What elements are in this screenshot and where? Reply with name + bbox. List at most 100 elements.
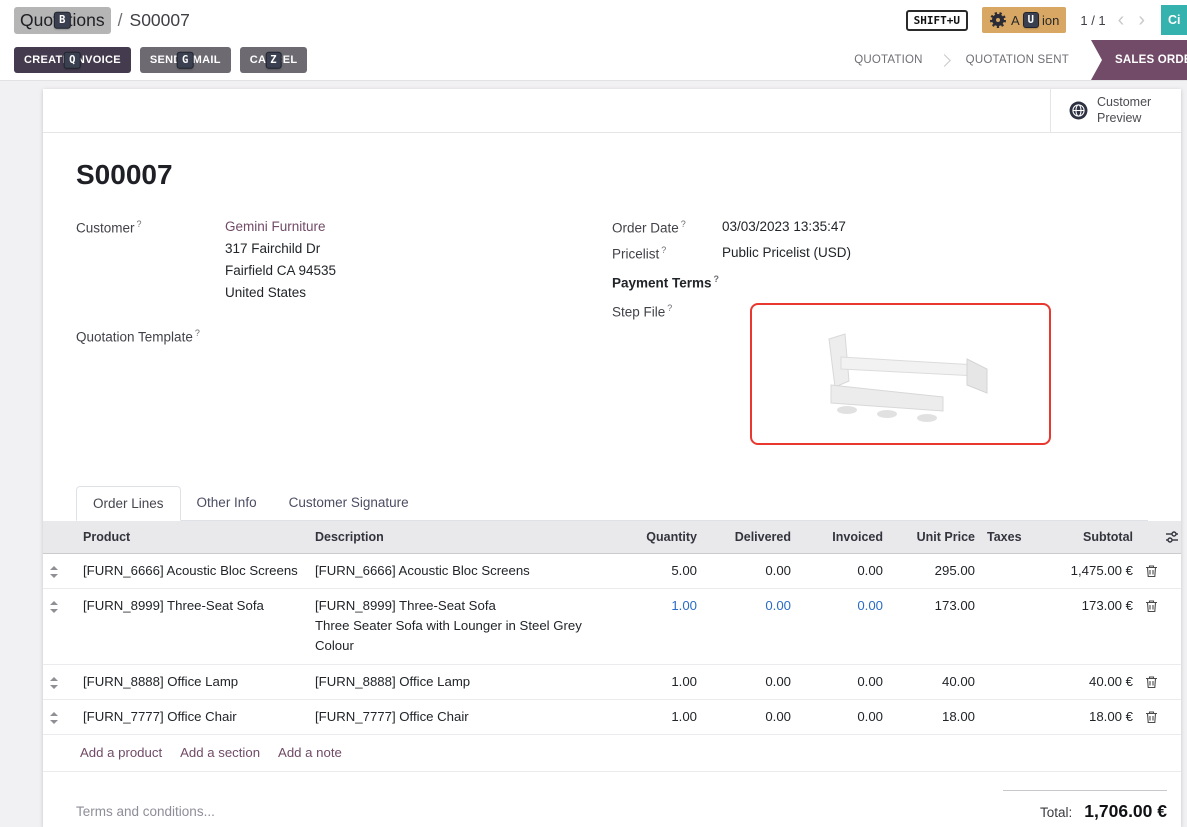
form-statusbar: CREATE INVOICE Q SEND EMAIL G CANCEL Z Q…	[0, 40, 1187, 81]
customer-address: 317 Fairchild Dr Fairfield CA 94535 Unit…	[225, 238, 336, 304]
cell-quantity[interactable]: 1.00	[621, 588, 703, 665]
send-email-button[interactable]: SEND EMAIL G	[140, 47, 231, 73]
delete-row-button[interactable]	[1139, 588, 1163, 665]
keyboard-hint-breadcrumb: B	[55, 13, 69, 28]
action-label-post: ion	[1042, 13, 1059, 28]
step-file-image[interactable]	[750, 303, 1051, 445]
drag-handle-icon[interactable]	[43, 553, 77, 588]
cell-description[interactable]: [FURN_8888] Office Lamp	[309, 665, 621, 700]
customer-preview-button[interactable]: Customer Preview	[1050, 89, 1181, 133]
gear-icon	[989, 11, 1007, 29]
order-line-row: [FURN_8888] Office Lamp [FURN_8888] Offi…	[43, 665, 1181, 700]
status-step-sales-order[interactable]: SALES ORDER	[1091, 40, 1187, 80]
cell-delivered[interactable]: 0.00	[703, 700, 797, 735]
cell-taxes[interactable]	[981, 700, 1029, 735]
keyboard-hint-send-email: G	[178, 53, 193, 68]
cell-delivered[interactable]: 0.00	[703, 665, 797, 700]
cancel-button[interactable]: CANCEL Z	[240, 47, 308, 73]
customer-link[interactable]: Gemini Furniture	[225, 219, 326, 234]
record-title: S00007	[76, 159, 1148, 191]
chevron-right-icon	[938, 54, 951, 67]
quotation-template-field-label: Quotation Template?	[76, 328, 225, 345]
cell-product[interactable]: [FURN_8888] Office Lamp	[77, 665, 309, 700]
header-handle	[43, 521, 77, 554]
add-a-section-link[interactable]: Add a section	[180, 745, 260, 760]
cell-taxes[interactable]	[981, 553, 1029, 588]
top-navbar: Quotations B / S00007 SHIFT+U A U ion 1 …	[0, 0, 1187, 40]
delete-row-button[interactable]	[1139, 553, 1163, 588]
cell-unit-price[interactable]: 18.00	[889, 700, 981, 735]
terms-and-conditions-input[interactable]: Terms and conditions...	[76, 804, 215, 819]
cell-quantity[interactable]: 1.00	[621, 665, 703, 700]
tab-other-info[interactable]: Other Info	[181, 486, 273, 520]
help-icon: ?	[195, 328, 200, 338]
optional-columns-button[interactable]	[1163, 521, 1181, 554]
action-menu-button[interactable]: A U ion	[982, 7, 1066, 33]
help-icon: ?	[667, 303, 672, 313]
header-unit-price: Unit Price	[889, 521, 981, 554]
order-date-field-value[interactable]: 03/03/2023 13:35:47	[722, 219, 846, 236]
table-header-row: Product Description Quantity Delivered I…	[43, 521, 1181, 554]
delete-row-button[interactable]	[1139, 700, 1163, 735]
header-taxes: Taxes	[981, 521, 1029, 554]
drag-handle-icon[interactable]	[43, 700, 77, 735]
action-button-group: CREATE INVOICE Q SEND EMAIL G CANCEL Z	[14, 47, 307, 73]
cell-taxes[interactable]	[981, 588, 1029, 665]
content-backdrop: Customer Preview S00007 Customer? Gemini…	[0, 81, 1187, 827]
cell-spacer	[1163, 588, 1181, 665]
order-total: Total: 1,706.00 €	[1003, 790, 1167, 822]
address-line-2: Fairfield CA 94535	[225, 260, 336, 282]
add-a-note-link[interactable]: Add a note	[278, 745, 342, 760]
pricelist-field-value[interactable]: Public Pricelist (USD)	[722, 245, 851, 262]
cell-unit-price[interactable]: 295.00	[889, 553, 981, 588]
order-date-field-label: Order Date?	[612, 219, 722, 236]
header-trash-spacer	[1139, 521, 1163, 554]
header-invoiced: Invoiced	[797, 521, 889, 554]
cell-invoiced[interactable]: 0.00	[797, 553, 889, 588]
action-label-pre: A	[1011, 13, 1020, 28]
delete-row-button[interactable]	[1139, 665, 1163, 700]
drag-handle-icon[interactable]	[43, 665, 77, 700]
cell-product[interactable]: [FURN_7777] Office Chair	[77, 700, 309, 735]
cell-description[interactable]: [FURN_7777] Office Chair	[309, 700, 621, 735]
add-a-product-link[interactable]: Add a product	[80, 745, 162, 760]
create-button[interactable]: Ci	[1161, 5, 1187, 35]
notebook-tabs: Order Lines Other Info Customer Signatur…	[76, 486, 1148, 521]
trash-icon	[1145, 675, 1158, 689]
order-line-row: [FURN_8999] Three-Seat Sofa [FURN_8999] …	[43, 588, 1181, 665]
cell-product[interactable]: [FURN_6666] Acoustic Bloc Screens	[77, 553, 309, 588]
status-step-quotation-sent[interactable]: QUOTATION SENT	[950, 40, 1085, 80]
create-invoice-button[interactable]: CREATE INVOICE Q	[14, 47, 131, 73]
header-quantity: Quantity	[621, 521, 703, 554]
cell-description[interactable]: [FURN_6666] Acoustic Bloc Screens	[309, 553, 621, 588]
cell-invoiced[interactable]: 0.00	[797, 700, 889, 735]
breadcrumb-separator: /	[118, 10, 123, 31]
cell-description[interactable]: [FURN_8999] Three-Seat Sofa Three Seater…	[309, 588, 621, 665]
keyboard-hint-cancel: Z	[266, 53, 281, 68]
quotation-template-field-row: Quotation Template?	[76, 328, 612, 345]
drag-handle-icon[interactable]	[43, 588, 77, 665]
tab-customer-signature[interactable]: Customer Signature	[273, 486, 425, 520]
cell-quantity[interactable]: 5.00	[621, 553, 703, 588]
cell-subtotal: 1,475.00 €	[1029, 553, 1139, 588]
keyboard-hint-create-invoice: Q	[65, 53, 80, 68]
step-file-field-row: Step File?	[612, 303, 1148, 445]
cell-unit-price[interactable]: 40.00	[889, 665, 981, 700]
cell-product[interactable]: [FURN_8999] Three-Seat Sofa	[77, 588, 309, 665]
cell-delivered[interactable]: 0.00	[703, 588, 797, 665]
cell-unit-price[interactable]: 173.00	[889, 588, 981, 665]
cell-invoiced[interactable]: 0.00	[797, 588, 889, 665]
cell-taxes[interactable]	[981, 665, 1029, 700]
cell-invoiced[interactable]: 0.00	[797, 665, 889, 700]
tab-order-lines[interactable]: Order Lines	[76, 486, 181, 521]
cell-delivered[interactable]: 0.00	[703, 553, 797, 588]
breadcrumb-quotations[interactable]: Quotations B	[14, 7, 111, 34]
address-line-1: 317 Fairchild Dr	[225, 238, 336, 260]
pager-next-button[interactable]: ›	[1136, 10, 1147, 30]
order-lines-table: Product Description Quantity Delivered I…	[43, 521, 1181, 736]
pager-previous-button[interactable]: ‹	[1116, 10, 1127, 30]
cell-subtotal: 18.00 €	[1029, 700, 1139, 735]
cell-quantity[interactable]: 1.00	[621, 700, 703, 735]
field-column-left: Customer? Gemini Furniture 317 Fairchild…	[76, 219, 612, 454]
status-step-quotation[interactable]: QUOTATION	[838, 40, 938, 80]
